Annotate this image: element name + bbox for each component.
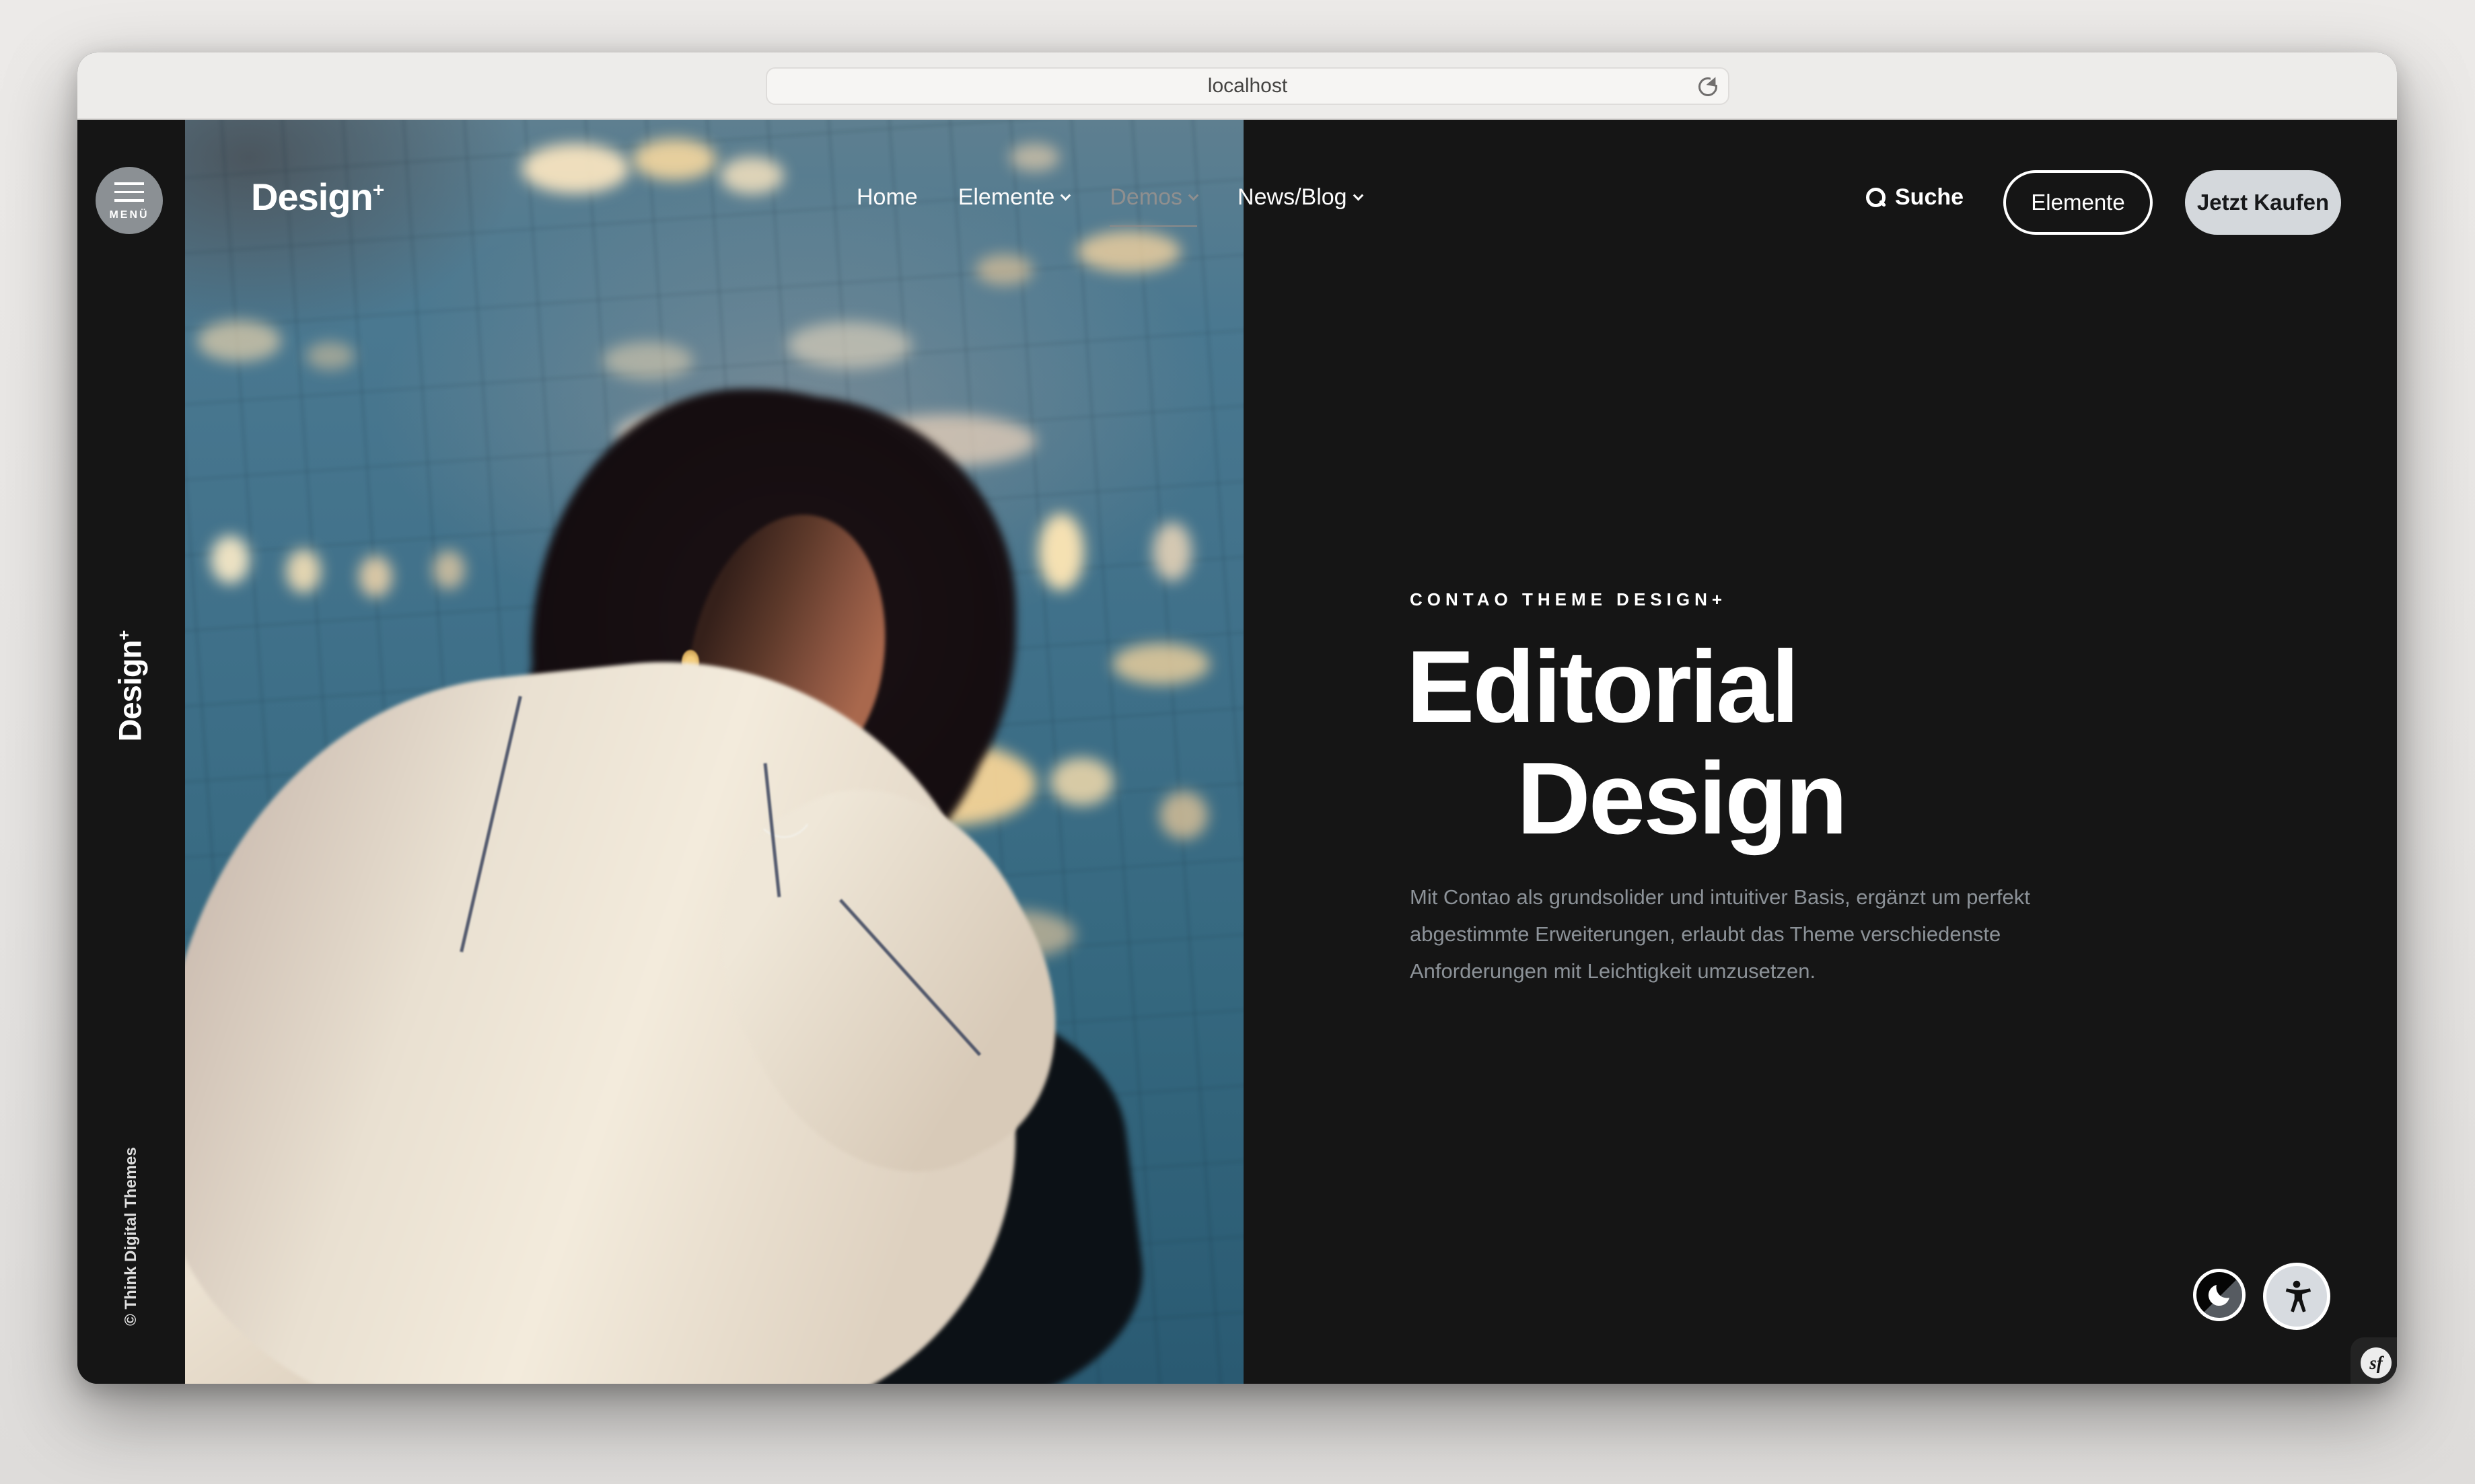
menu-button-label: MENÜ: [109, 209, 149, 221]
search-button[interactable]: Suche: [1866, 184, 1964, 211]
page-content: MENÜ Design+ © Think Digital Themes Desi…: [77, 120, 2397, 1384]
search-icon: [1866, 188, 1886, 208]
nav-item-elemente[interactable]: Elemente: [958, 184, 1070, 211]
address-bar[interactable]: localhost: [766, 67, 1729, 105]
main-nav: Home Elemente Demos News/Blog: [857, 184, 1362, 211]
symfony-badge[interactable]: sf: [2361, 1347, 2392, 1378]
hero-photo: [185, 120, 1244, 1384]
chevron-down-icon: [1353, 190, 1363, 201]
reload-icon[interactable]: [1698, 77, 1717, 96]
desktop: { "browser": { "url": "localhost", "traf…: [0, 0, 2475, 1484]
copyright-text: © Think Digital Themes: [122, 1147, 141, 1326]
hero-title: Editorial Design: [1406, 631, 1846, 854]
search-label: Suche: [1895, 184, 1964, 211]
accessibility-icon: [2277, 1277, 2316, 1316]
hero-eyebrow: CONTAO THEME DESIGN+: [1410, 589, 1727, 610]
elemente-button[interactable]: Elemente: [2003, 170, 2153, 235]
safari-window: localhost +: [77, 52, 2397, 1384]
hero-paragraph: Mit Contao als grundsolider und intuitiv…: [1410, 879, 2069, 990]
nav-item-news-blog[interactable]: News/Blog: [1238, 184, 1362, 211]
menu-button[interactable]: MENÜ: [96, 167, 163, 234]
nav-item-demos[interactable]: Demos: [1110, 184, 1197, 211]
moon-icon: [2204, 1280, 2234, 1310]
nav-item-home[interactable]: Home: [857, 184, 918, 211]
dark-mode-toggle[interactable]: [2193, 1269, 2246, 1321]
browser-toolbar: localhost +: [77, 52, 2397, 120]
vertical-logo: Design+: [112, 631, 149, 742]
site-sidebar: MENÜ Design+ © Think Digital Themes: [77, 120, 185, 1384]
chevron-down-icon: [1061, 190, 1071, 201]
site-logo[interactable]: Design+: [251, 175, 384, 219]
accessibility-button[interactable]: [2263, 1263, 2330, 1330]
hamburger-icon: [114, 182, 144, 185]
address-bar-url: localhost: [1208, 75, 1287, 98]
jetzt-kaufen-button[interactable]: Jetzt Kaufen: [2185, 170, 2341, 235]
chevron-down-icon: [1188, 190, 1199, 201]
